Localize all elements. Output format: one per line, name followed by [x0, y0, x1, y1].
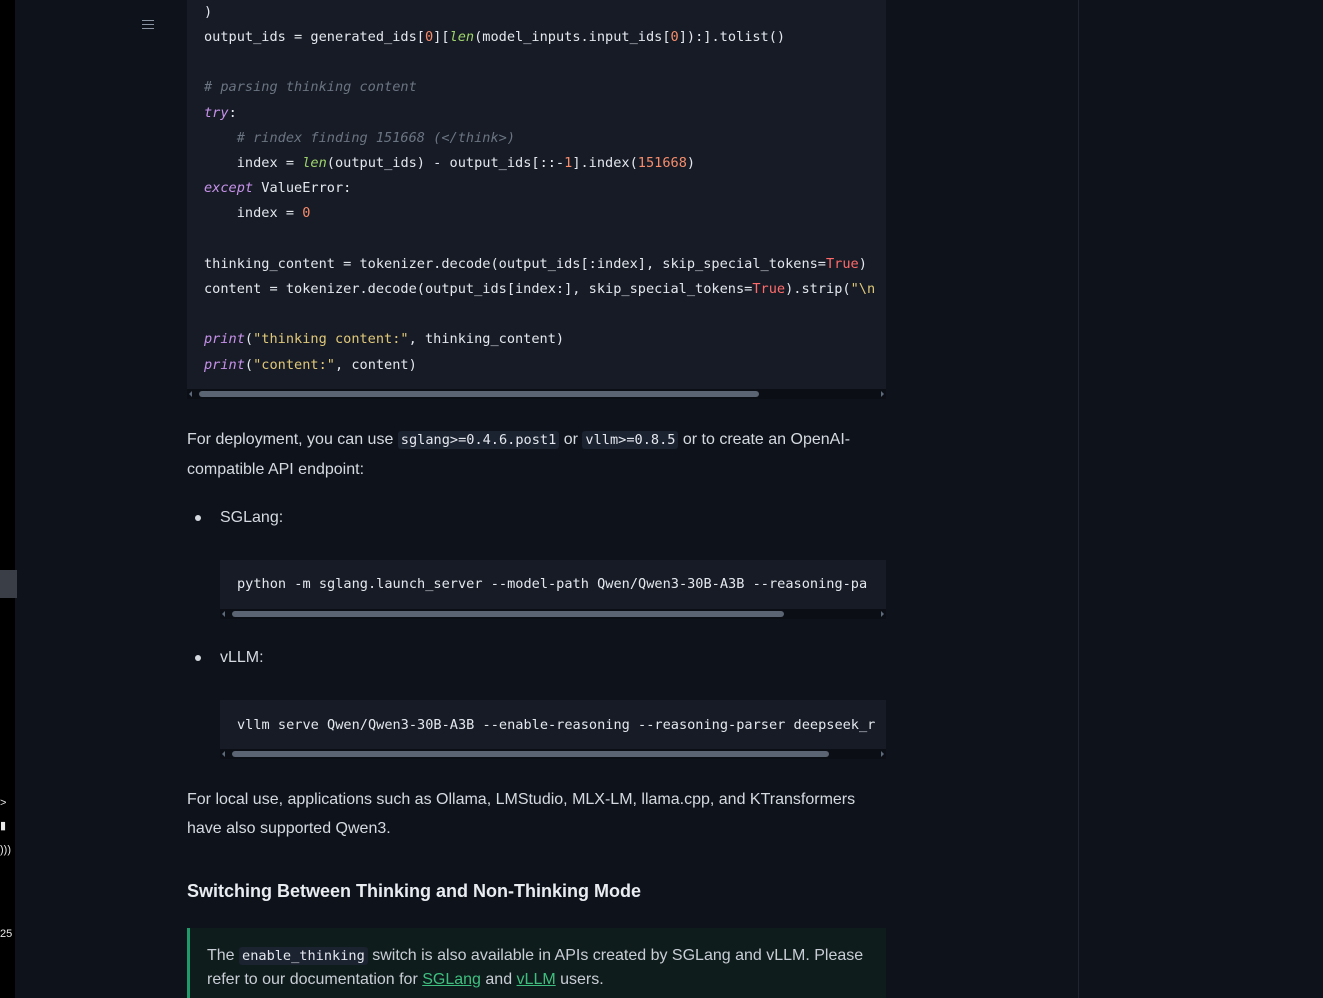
code-block-python[interactable]: ) output_ids = generated_ids[0][len(mode…: [187, 0, 886, 399]
section-heading: Switching Between Thinking and Non-Think…: [187, 881, 641, 901]
inline-code-sglang-version: sglang>=0.4.6.post1: [397, 431, 560, 449]
code-line: print("thinking content:", thinking_cont…: [204, 331, 565, 347]
vllm-command: vllm serve Qwen/Qwen3-30B-A3B --enable-r…: [237, 717, 876, 733]
code-comment: # parsing thinking content: [204, 79, 417, 95]
clock-text: 25: [0, 928, 13, 940]
code-line: index = 0: [204, 205, 311, 221]
vllm-label: vLLM:: [220, 649, 264, 666]
scroll-right-icon[interactable]: [881, 391, 884, 397]
code-line: except ValueError:: [204, 180, 352, 196]
scrollbar-thumb[interactable]: [232, 611, 784, 617]
note-text: The enable_thinking switch is also avail…: [207, 947, 864, 988]
bullet-dot: [195, 515, 201, 521]
chevron-right-icon[interactable]: >: [0, 797, 6, 809]
horizontal-scrollbar[interactable]: [187, 389, 886, 399]
horizontal-scrollbar[interactable]: [220, 609, 886, 619]
code-line: output_ids = generated_ids[0][len(model_…: [204, 29, 786, 45]
code-line: content = tokenizer.decode(output_ids[in…: [204, 281, 876, 297]
microphone-icon[interactable]: ▮: [0, 820, 6, 832]
code-line: index = len(output_ids) - output_ids[::-…: [204, 155, 696, 171]
code-comment: # rindex finding 151668 (</think>): [204, 130, 515, 146]
side-panel-tab[interactable]: [0, 570, 17, 598]
scroll-right-icon[interactable]: [881, 751, 884, 757]
speaker-icon[interactable]: ))): [0, 844, 11, 856]
sglang-label: SGLang:: [220, 509, 284, 526]
sglang-doc-link[interactable]: SGLang: [422, 971, 481, 988]
vllm-doc-link[interactable]: vLLM: [517, 971, 556, 988]
code-block-sglang[interactable]: python -m sglang.launch_server --model-p…: [220, 560, 886, 619]
code-block-vllm[interactable]: vllm serve Qwen/Qwen3-30B-A3B --enable-r…: [220, 700, 886, 759]
sglang-command: python -m sglang.launch_server --model-p…: [237, 576, 868, 592]
scroll-left-icon[interactable]: [222, 751, 225, 757]
scrollbar-thumb[interactable]: [199, 391, 759, 397]
right-divider: [1078, 0, 1079, 998]
scroll-right-icon[interactable]: [881, 611, 884, 617]
hamburger-menu-icon[interactable]: [142, 20, 154, 32]
bullet-dot: [195, 655, 201, 661]
local-use-paragraph: For local use, applications such as Olla…: [187, 791, 856, 837]
scroll-left-icon[interactable]: [222, 611, 225, 617]
code-line: print("content:", content): [204, 357, 417, 373]
note-callout: The enable_thinking switch is also avail…: [187, 928, 886, 998]
horizontal-scrollbar[interactable]: [220, 749, 886, 759]
code-line: ): [204, 4, 213, 20]
scroll-left-icon[interactable]: [189, 391, 192, 397]
code-line: try:: [204, 105, 237, 121]
scrollbar-thumb[interactable]: [232, 751, 829, 757]
code-line: thinking_content = tokenizer.decode(outp…: [204, 256, 867, 272]
inline-code-enable-thinking: enable_thinking: [239, 947, 368, 965]
inline-code-vllm-version: vllm>=0.8.5: [582, 431, 679, 449]
deployment-paragraph: For deployment, you can use sglang>=0.4.…: [187, 431, 851, 478]
